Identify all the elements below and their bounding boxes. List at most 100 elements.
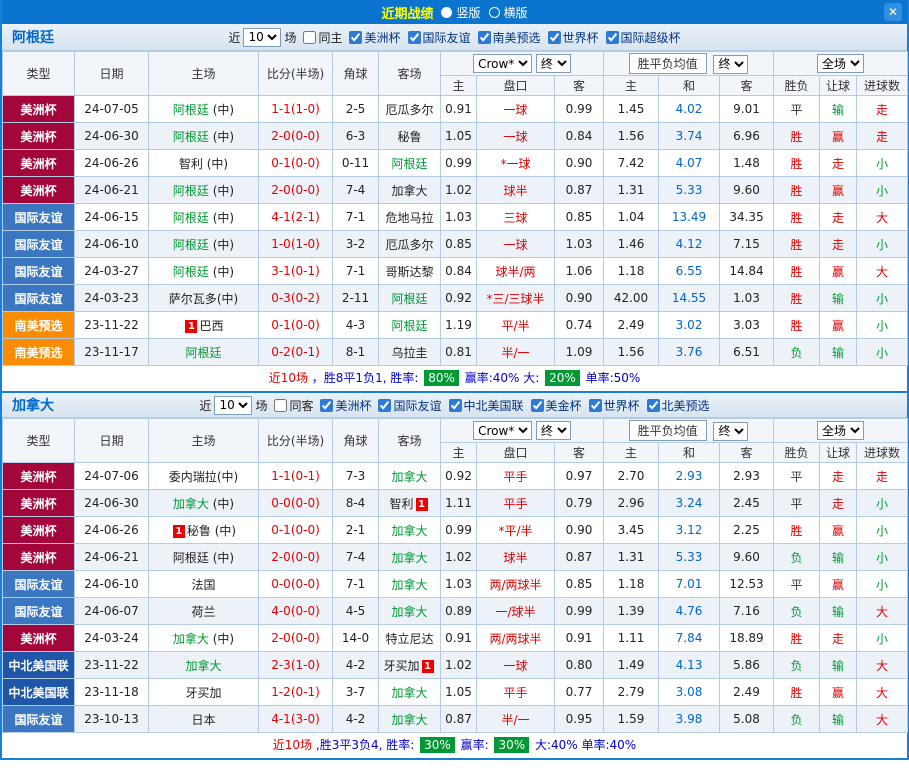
- result-over-under: 小: [857, 312, 908, 339]
- odds-company-select[interactable]: Crow*: [473, 54, 532, 73]
- cup-filter[interactable]: 国际超级杯: [599, 29, 681, 46]
- record-summary: 近10场 ，胜8平1负1, 胜率: 80% 赢率:40% 大: 20% 单率:5…: [2, 366, 907, 391]
- team-name: 特立尼达: [385, 632, 433, 646]
- match-count-select[interactable]: 10: [214, 396, 252, 415]
- crown-home-odds: 1.03: [441, 204, 477, 231]
- result-outcome: 胜: [774, 231, 820, 258]
- corner-count: 14-0: [333, 625, 379, 652]
- home-team: 智利 (中): [149, 150, 259, 177]
- avg-away-odds: 2.25: [720, 517, 774, 544]
- crown-home-odds: 0.81: [441, 339, 477, 366]
- result-outcome: 负: [774, 544, 820, 571]
- odds-stage-select[interactable]: 终: [536, 54, 571, 73]
- result-outcome: 负: [774, 339, 820, 366]
- avg-draw-odds: 3.76: [659, 339, 720, 366]
- result-asian-handicap: 赢: [820, 123, 857, 150]
- cup-filter[interactable]: 北美预选: [640, 397, 710, 414]
- close-icon[interactable]: ✕: [884, 3, 902, 21]
- match-date: 24-07-06: [75, 463, 149, 490]
- home-team: 萨尔瓦多(中): [149, 285, 259, 312]
- cup-filter[interactable]: 中北美国联: [442, 397, 524, 414]
- layout-radio-vertical-label[interactable]: 竖版: [456, 4, 480, 21]
- avg-stage-select[interactable]: 终: [713, 422, 748, 441]
- layout-radio-vertical-icon[interactable]: [441, 7, 452, 18]
- cup-filter[interactable]: 世界杯: [582, 397, 640, 414]
- team-name: 日本: [191, 713, 215, 727]
- team-name: 牙买加: [185, 686, 221, 700]
- neutral-venue-tag: (中): [203, 157, 228, 171]
- avg-away-odds: 1.03: [720, 285, 774, 312]
- cup-filter[interactable]: 国际友谊: [401, 29, 471, 46]
- cup-filter[interactable]: 美洲杯: [342, 29, 400, 46]
- final-score: 0-1(0-0): [259, 150, 333, 177]
- cup-filter-checkbox[interactable]: [408, 31, 421, 44]
- odds-stage-select[interactable]: 终: [536, 421, 571, 440]
- page-title: 近期战绩: [381, 3, 433, 22]
- cup-filter[interactable]: 世界杯: [541, 29, 599, 46]
- crown-away-odds: 1.03: [555, 231, 604, 258]
- cup-filter-checkbox[interactable]: [478, 31, 491, 44]
- fullmatch-select[interactable]: 全场: [817, 421, 864, 440]
- col-header-type: 类型: [3, 52, 75, 96]
- cup-filter-checkbox[interactable]: [589, 399, 602, 412]
- same-venue-filter[interactable]: 同客: [267, 397, 313, 414]
- team-name: 厄瓜多尔: [385, 103, 433, 117]
- result-over-under: 大: [857, 258, 908, 285]
- layout-radio-horizontal-icon[interactable]: [489, 7, 500, 18]
- cup-filter[interactable]: 美洲杯: [313, 397, 371, 414]
- avg-away-odds: 3.03: [720, 312, 774, 339]
- away-team: 加拿大: [379, 177, 441, 204]
- sub-col-home: 主: [441, 76, 477, 96]
- avg-home-odds: 42.00: [604, 285, 659, 312]
- result-outcome: 平: [774, 96, 820, 123]
- competition-type: 美洲杯: [3, 517, 75, 544]
- neutral-venue-tag: (中): [211, 524, 236, 538]
- same-venue-checkbox[interactable]: [303, 31, 316, 44]
- final-score: 0-2(0-1): [259, 339, 333, 366]
- match-date: 23-11-22: [75, 652, 149, 679]
- cup-filter-label: 美金杯: [546, 397, 582, 414]
- cup-filter[interactable]: 美金杯: [524, 397, 582, 414]
- cup-filter[interactable]: 国际友谊: [371, 397, 441, 414]
- sub-col-avg-away: 客: [720, 76, 774, 96]
- same-venue-label: 同客: [289, 397, 313, 414]
- avg-away-odds: 9.60: [720, 544, 774, 571]
- home-team: 阿根廷 (中): [149, 177, 259, 204]
- filter-bar: 近 10 场 同客 美洲杯 国际友谊 中北美国联 美金杯 世界杯 北美预选: [199, 396, 709, 415]
- team-name: 阿根廷: [185, 346, 221, 360]
- avg-away-odds: 5.08: [720, 706, 774, 733]
- crown-away-odds: 0.87: [555, 177, 604, 204]
- cup-filter-checkbox[interactable]: [449, 399, 462, 412]
- section-team-name: 加拿大: [12, 395, 54, 415]
- odds-company-select[interactable]: Crow*: [473, 421, 532, 440]
- cup-filter-label: 国际超级杯: [621, 29, 681, 46]
- crown-away-odds: 1.06: [555, 258, 604, 285]
- cup-filter-checkbox[interactable]: [548, 31, 561, 44]
- matches-tbody: 美洲杯 24-07-06 委内瑞拉(中) 1-1(0-1) 7-3 加拿大 0.…: [3, 463, 908, 733]
- cup-filter-checkbox[interactable]: [349, 31, 362, 44]
- final-score: 1-1(1-0): [259, 96, 333, 123]
- avg-home-odds: 1.18: [604, 258, 659, 285]
- avg-stage-select[interactable]: 终: [713, 55, 748, 74]
- same-venue-checkbox[interactable]: [274, 399, 287, 412]
- cup-filter[interactable]: 南美预选: [471, 29, 541, 46]
- result-over-under: 走: [857, 123, 908, 150]
- cup-filter-checkbox[interactable]: [531, 399, 544, 412]
- match-row: 国际友谊 24-06-15 阿根廷 (中) 4-1(2-1) 7-1 危地马拉 …: [3, 204, 908, 231]
- cup-filter-checkbox[interactable]: [320, 399, 333, 412]
- fullmatch-select[interactable]: 全场: [817, 54, 864, 73]
- record-summary: 近10场 ,胜3平3负4, 胜率: 30% 赢率: 30% 大:40% 单率:4…: [2, 733, 907, 758]
- crown-away-odds: 1.09: [555, 339, 604, 366]
- match-date: 24-07-05: [75, 96, 149, 123]
- final-score: 2-0(0-0): [259, 123, 333, 150]
- match-count-select[interactable]: 10: [243, 28, 281, 47]
- sub-col-away: 客: [555, 443, 604, 463]
- layout-radio-horizontal-label[interactable]: 横版: [504, 4, 528, 21]
- result-asian-handicap: 输: [820, 706, 857, 733]
- same-venue-filter[interactable]: 同主: [296, 29, 342, 46]
- match-date: 24-06-26: [75, 150, 149, 177]
- cup-filter-checkbox[interactable]: [606, 31, 619, 44]
- cup-filter-checkbox[interactable]: [647, 399, 660, 412]
- cup-filter-checkbox[interactable]: [378, 399, 391, 412]
- result-group-header: 全场: [774, 52, 908, 76]
